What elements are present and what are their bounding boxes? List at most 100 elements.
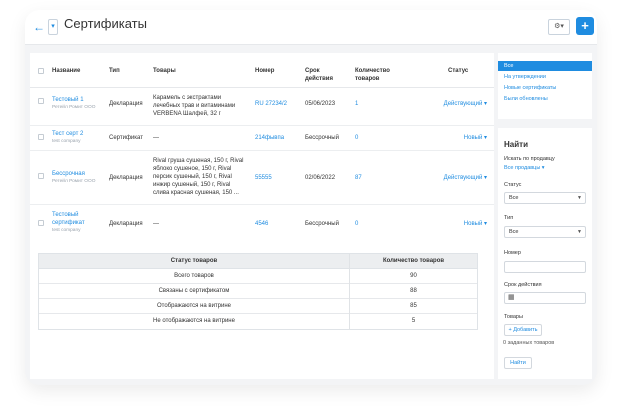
selected-goods-count: 0 заданных товаров [503,340,555,346]
app-window: ← ▾ Сертификаты ⚙▾ + Название Тип Товары… [25,10,597,385]
goods-status-summary: Статус товаров Количество товаров Всего … [38,253,478,330]
goods-line: яблоко сушеное, 150 г, Rival [153,166,232,172]
goods-list: — [153,135,159,141]
column-header-quantity-line1: Количество [355,68,390,74]
goods-label: Товары [504,314,523,320]
certificate-link[interactable]: Тестовый 1 [52,97,84,103]
add-goods-button[interactable]: + Добавить [504,324,542,336]
status-dropdown[interactable]: Действующий ▾ [444,100,487,108]
row-checkbox[interactable] [38,220,44,226]
summary-header: Статус товаров Количество товаров [39,254,477,269]
certificate-name: Тестовый сертификат test company [52,211,85,234]
company-name: Ретейл Ромит ООО [52,179,96,184]
certificate-name: Тестовый 1 Ретейл Ромит ООО [52,96,95,111]
goods-count[interactable]: 87 [355,174,362,182]
goods-count[interactable]: 0 [355,220,358,228]
column-header-quantity[interactable]: Количество товаров [355,67,390,83]
column-header-goods[interactable]: Товары [153,67,176,75]
certificate-name: Бессрочная Ретейл Ромит ООО [52,170,95,185]
certificates-panel: Название Тип Товары Номер Срок действия … [30,53,494,379]
certificate-number[interactable]: RU 27234/2 [255,100,287,108]
table-header: Название Тип Товары Номер Срок действия … [30,53,494,88]
column-header-quantity-line2: товаров [355,76,380,82]
validity-date-input[interactable]: ▦ [504,292,586,304]
search-panel: Найти Искать по продавцу Все продавцы ▾ … [498,128,592,379]
status-dropdown[interactable]: Действующий ▾ [444,174,487,182]
certificate-name: Тест серт 2 test company [52,130,83,145]
certificate-number[interactable]: 55555 [255,174,272,182]
table-row[interactable]: Тестовый сертификат test company Деклара… [30,205,494,243]
type-select[interactable]: Все ▼ [504,226,586,238]
company-name: Ретейл Ромит ООО [52,105,96,110]
seller-label: Искать по продавцу [504,156,555,162]
status-label: Статус [504,182,522,188]
add-certificate-button[interactable]: + [576,17,594,35]
certificate-number[interactable]: 214фывпа [255,134,284,142]
row-checkbox[interactable] [38,98,44,104]
filter-item-pending[interactable]: На утверждении [498,72,592,82]
goods-count[interactable]: 0 [355,134,358,142]
status-select-value: Все [509,195,519,201]
column-header-validity[interactable]: Срок действия [305,67,333,83]
certificate-link[interactable]: Бессрочная [52,171,85,177]
status-select[interactable]: Все ▼ [504,192,586,204]
select-all-checkbox[interactable] [38,68,44,74]
goods-count[interactable]: 1 [355,100,358,108]
row-checkbox[interactable] [38,173,44,179]
goods-list: Карамель с экстрактами лечебных трав и в… [153,94,253,118]
summary-row: Всего товаров 90 [39,269,477,284]
number-label: Номер [504,250,521,256]
certificate-type: Декларация [109,101,143,107]
status-dropdown[interactable]: Новый ▾ [464,220,487,228]
column-header-validity-line2: действия [305,76,333,82]
validity-date: Бессрочный [305,221,339,227]
goods-line: VERBENA Шалфей, 32 г [153,111,221,117]
certificate-type: Декларация [109,175,143,181]
column-header-number[interactable]: Номер [255,67,274,75]
filter-item-all[interactable]: Все [498,61,592,71]
summary-value: 90 [349,269,477,284]
summary-label: Не отображаются на витрине [153,318,235,324]
table-row[interactable]: Тестовый 1 Ретейл Ромит ООО Декларация К… [30,88,494,126]
calendar-icon[interactable]: ▦ [508,293,515,303]
filter-item-new[interactable]: Новые сертификаты [498,83,592,93]
chevron-down-icon[interactable]: ▾ [48,19,58,35]
column-header-validity-line1: Срок [305,68,320,74]
company-name: test company [52,139,81,144]
back-arrow-icon[interactable]: ← [33,19,45,35]
type-select-value: Все [509,229,519,235]
goods-line: Карамель с экстрактами [153,95,222,101]
filter-item-updated[interactable]: Были обновлены [498,94,592,104]
validity-date: 05/06/2023 [305,101,336,107]
status-dropdown[interactable]: Новый ▾ [464,134,487,142]
sidebar-filter-list: Все На утверждении Новые сертификаты Был… [498,53,592,119]
summary-row: Не отображаются на витрине 5 [39,314,477,329]
certificate-link[interactable]: Тестовый [52,211,85,219]
page-header: ← ▾ Сертификаты ⚙▾ + [25,10,597,45]
table-row[interactable]: Тест серт 2 test company Сертификат — 21… [30,126,494,151]
validity-label: Срок действия [504,282,542,288]
settings-menu-button[interactable]: ⚙▾ [548,19,570,35]
goods-list: — [153,221,159,227]
column-header-name[interactable]: Название [52,67,80,75]
number-input[interactable] [504,261,586,273]
column-header-status[interactable]: Статус [448,67,468,75]
validity-date: 02/06/2022 [305,175,336,181]
column-header-type[interactable]: Тип [109,67,120,75]
goods-line: лечебных трав и витаминами [153,103,236,109]
find-button[interactable]: Найти [504,357,532,369]
company-name: test company [52,228,81,233]
seller-dropdown[interactable]: Все продавцы ▾ [504,165,545,172]
table-row[interactable]: Бессрочная Ретейл Ромит ООО Декларация R… [30,151,494,205]
certificate-number[interactable]: 4546 [255,220,268,228]
goods-list: Rival груша сушеная, 150 г, Rival яблоко… [153,157,253,197]
summary-value: 88 [349,284,477,299]
summary-label: Всего товаров [174,273,214,279]
row-checkbox[interactable] [38,134,44,140]
summary-row: Отображаются на витрине 85 [39,299,477,314]
goods-line: Rival груша сушеная, 150 г, Rival [153,158,244,164]
certificate-link-line2[interactable]: сертификат [52,219,85,227]
certificate-type: Сертификат [109,135,143,141]
type-label: Тип [504,215,514,221]
certificate-link[interactable]: Тест серт 2 [52,131,83,137]
